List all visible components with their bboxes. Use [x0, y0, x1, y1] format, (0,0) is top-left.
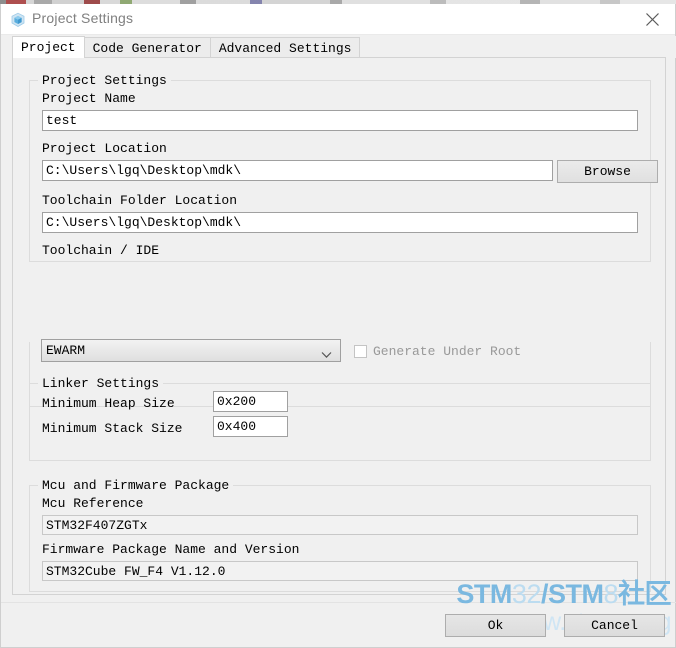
label-minimum-stack-size: Minimum Stack Size	[42, 421, 183, 436]
group-mcu-firmware-package: Mcu and Firmware Package Mcu Reference S…	[29, 478, 651, 592]
dialog-window: Project Settings Project Code Generator …	[0, 4, 676, 648]
label-firmware-package: Firmware Package Name and Version	[42, 542, 300, 557]
input-minimum-heap-size[interactable]: 0x200	[213, 391, 288, 412]
group-title-linker-settings: Linker Settings	[38, 376, 164, 391]
input-project-name[interactable]: test	[42, 110, 638, 131]
cube-icon	[10, 12, 26, 28]
window-title: Project Settings	[32, 10, 134, 26]
label-project-location: Project Location	[42, 141, 167, 156]
cancel-button[interactable]: Cancel	[564, 614, 665, 637]
label-toolchain-folder-location: Toolchain Folder Location	[42, 193, 238, 208]
group-project-settings: Project Settings Project Name test Proje…	[29, 73, 658, 262]
tab-strip: Project Code Generator Advanced Settings	[1, 36, 676, 58]
input-mcu-reference: STM32F407ZGTx	[42, 515, 638, 535]
tab-project[interactable]: Project	[12, 36, 85, 58]
close-icon	[645, 13, 659, 26]
input-minimum-stack-size[interactable]: 0x400	[213, 416, 288, 437]
label-project-name: Project Name	[42, 91, 136, 106]
title-bar: Project Settings	[1, 4, 675, 35]
tab-code-generator[interactable]: Code Generator	[83, 37, 211, 58]
tab-page-project: Project Settings Project Name test Proje…	[12, 57, 666, 595]
close-button[interactable]	[629, 4, 675, 35]
group-linker-settings: Linker Settings Minimum Heap Size 0x200 …	[29, 376, 651, 461]
label-toolchain-ide: Toolchain / IDE	[42, 243, 160, 258]
label-mcu-reference: Mcu Reference	[42, 496, 144, 511]
ok-button[interactable]: Ok	[445, 614, 546, 637]
group-title-mcu-firmware-package: Mcu and Firmware Package	[38, 478, 234, 493]
input-toolchain-folder-location[interactable]: C:\Users\lgq\Desktop\mdk\	[42, 212, 638, 233]
label-minimum-heap-size: Minimum Heap Size	[42, 396, 175, 411]
input-firmware-package: STM32Cube FW_F4 V1.12.0	[42, 561, 638, 581]
tab-advanced-settings[interactable]: Advanced Settings	[209, 37, 361, 58]
project-settings-dialog: Project Settings Project Code Generator …	[0, 0, 676, 648]
footer-separator	[1, 602, 676, 603]
input-project-location[interactable]: C:\Users\lgq\Desktop\mdk\	[42, 160, 553, 181]
browse-button[interactable]: Browse	[557, 160, 658, 183]
group-title-project-settings: Project Settings	[38, 73, 171, 88]
